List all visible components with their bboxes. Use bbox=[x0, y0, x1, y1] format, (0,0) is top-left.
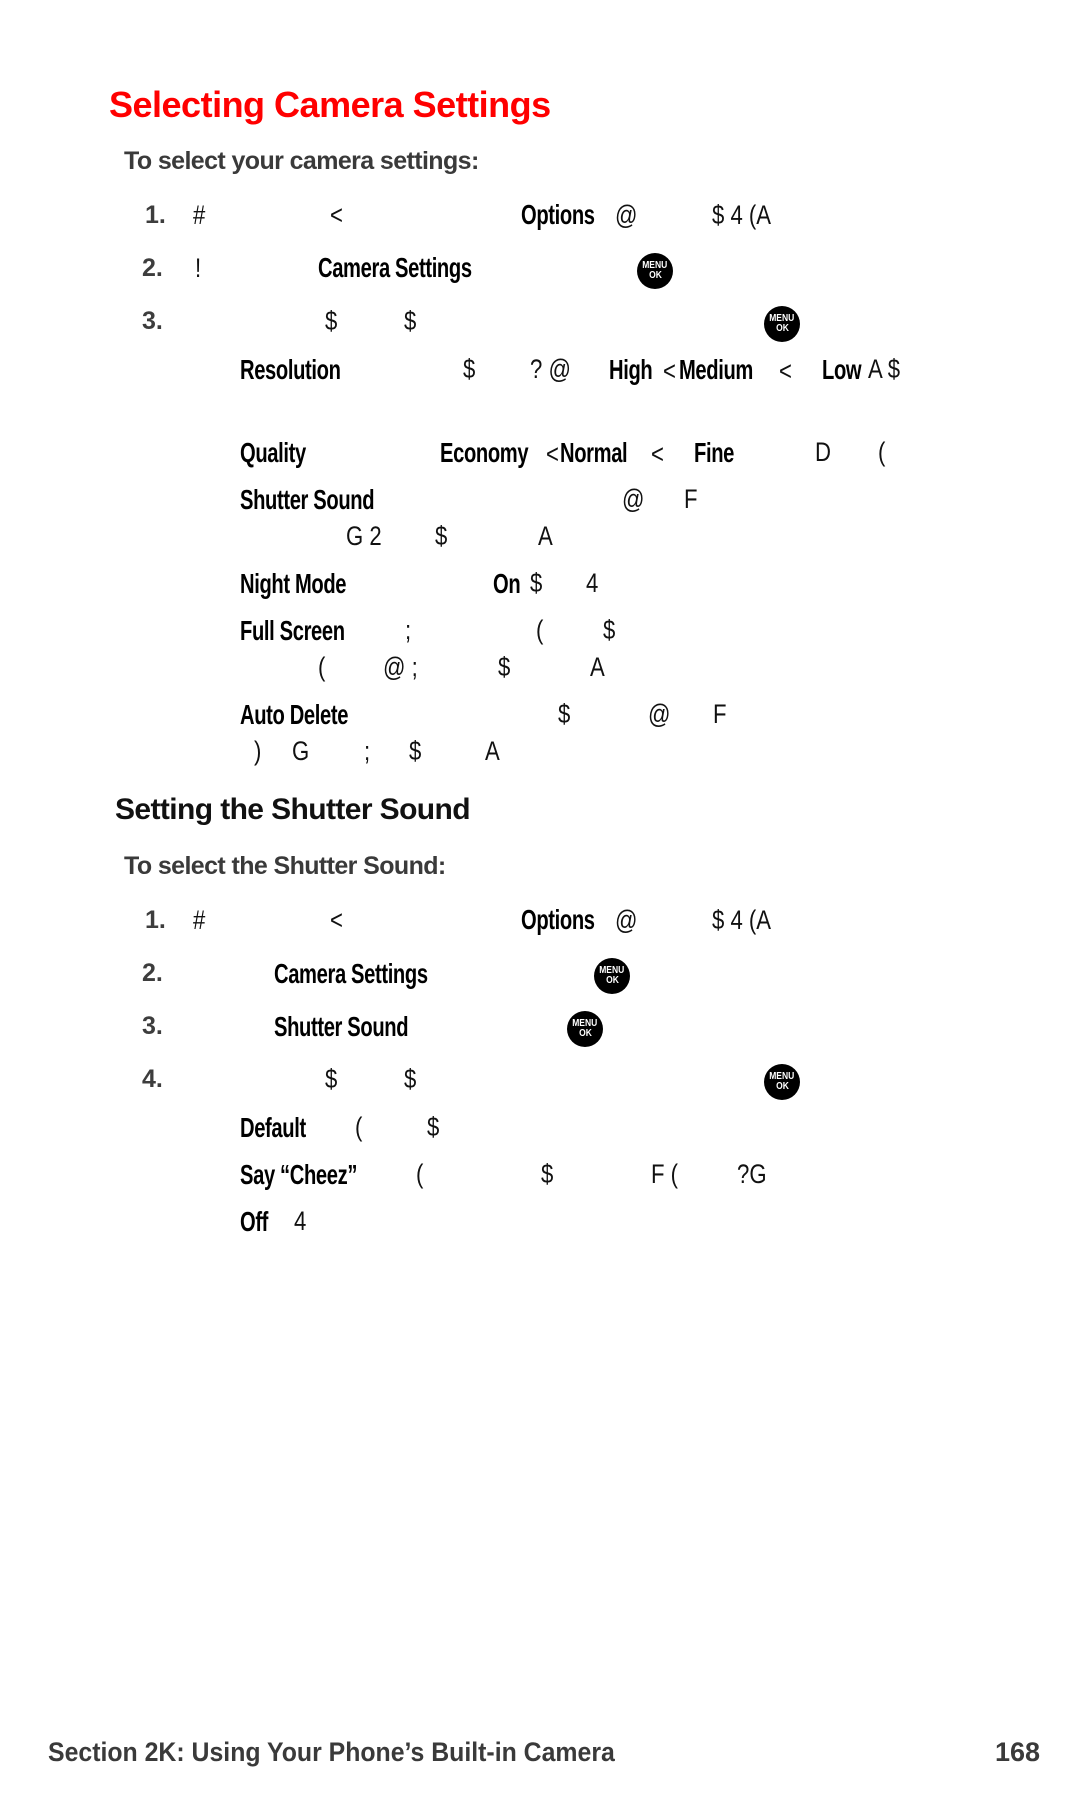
step-number: 1. bbox=[145, 201, 166, 229]
option-value-normal: Normal bbox=[560, 437, 628, 468]
menu-ok-icon: MENU OK bbox=[567, 1011, 603, 1047]
step-glyph: ! bbox=[195, 253, 202, 283]
step-glyph: $ 4 (A bbox=[712, 905, 772, 935]
option-label: Night Mode bbox=[240, 568, 347, 599]
option-glyph: A bbox=[590, 652, 605, 682]
step-keyword-options: Options bbox=[521, 199, 595, 230]
menu-ok-icon: MENU OK bbox=[764, 1064, 800, 1100]
option-glyph: $ bbox=[435, 521, 448, 551]
option-glyph: ; bbox=[364, 736, 371, 766]
option-glyph: F ( bbox=[651, 1159, 679, 1189]
section1-lead: To select your camera settings: bbox=[124, 147, 479, 175]
step-glyph: # bbox=[193, 905, 206, 935]
option-label: Off bbox=[240, 1206, 269, 1237]
option-glyph: ( bbox=[878, 437, 886, 467]
option-label: Resolution bbox=[240, 354, 341, 385]
step-number: 3. bbox=[142, 307, 163, 335]
menu-ok-label-ok: OK bbox=[775, 323, 789, 334]
option-glyph: A bbox=[485, 736, 500, 766]
option-label: Quality bbox=[240, 437, 306, 468]
option-value-low: Low bbox=[822, 354, 862, 385]
option-glyph: 4 bbox=[586, 568, 599, 598]
option-glyph: A bbox=[538, 521, 553, 551]
step-number: 2. bbox=[142, 959, 163, 987]
step-glyph: $ bbox=[325, 306, 338, 336]
option-label: Default bbox=[240, 1112, 306, 1143]
option-glyph: ?G bbox=[737, 1159, 767, 1189]
step-keyword-camera-settings: Camera Settings bbox=[318, 252, 472, 283]
step-glyph: < bbox=[330, 905, 343, 935]
option-value-high: High bbox=[609, 354, 653, 385]
option-value-fine: Fine bbox=[694, 437, 735, 468]
option-glyph: G bbox=[292, 736, 310, 766]
option-glyph: $ bbox=[427, 1112, 440, 1142]
option-glyph: $ bbox=[558, 699, 571, 729]
menu-ok-icon: MENU OK bbox=[764, 306, 800, 342]
step-glyph: < bbox=[330, 200, 343, 230]
option-glyph: A $ bbox=[868, 354, 901, 384]
option-label: Auto Delete bbox=[240, 699, 349, 730]
step-keyword-shutter-sound: Shutter Sound bbox=[274, 1011, 409, 1042]
step-glyph: $ bbox=[325, 1064, 338, 1094]
option-glyph: $ bbox=[463, 354, 476, 384]
option-glyph: ( bbox=[536, 615, 544, 645]
menu-ok-label-ok: OK bbox=[648, 270, 662, 281]
option-separator: < bbox=[651, 439, 664, 469]
option-glyph: F bbox=[713, 699, 727, 729]
option-glyph: ) bbox=[254, 736, 262, 766]
option-separator: < bbox=[546, 439, 559, 469]
option-glyph: $ bbox=[409, 736, 422, 766]
option-glyph: F bbox=[684, 484, 698, 514]
menu-ok-icon: MENU OK bbox=[637, 253, 673, 289]
step-keyword-options: Options bbox=[521, 904, 595, 935]
footer-page-number: 168 bbox=[995, 1737, 1041, 1767]
menu-ok-label-ok: OK bbox=[605, 975, 619, 986]
option-glyph: ( bbox=[355, 1112, 363, 1142]
step-glyph: @ bbox=[615, 200, 638, 230]
step-glyph: $ bbox=[404, 306, 417, 336]
option-value-economy: Economy bbox=[440, 437, 529, 468]
section2-lead: To select the Shutter Sound: bbox=[124, 852, 446, 880]
step-glyph: @ bbox=[615, 905, 638, 935]
step-glyph: $ bbox=[404, 1064, 417, 1094]
step-number: 3. bbox=[142, 1012, 163, 1040]
option-glyph: G 2 bbox=[346, 521, 382, 551]
option-glyph: $ bbox=[530, 568, 543, 598]
option-value-on: On bbox=[493, 568, 521, 599]
option-glyph: 4 bbox=[294, 1206, 307, 1236]
option-glyph: @ bbox=[648, 699, 671, 729]
footer-section-label: Section 2K: Using Your Phone’s Built-in … bbox=[48, 1737, 615, 1767]
option-separator: < bbox=[779, 356, 792, 386]
page-title: Selecting Camera Settings bbox=[109, 84, 551, 125]
option-glyph: $ bbox=[603, 615, 616, 645]
option-glyph: ( bbox=[318, 652, 326, 682]
option-glyph: ? @ bbox=[530, 354, 571, 384]
option-value-medium: Medium bbox=[679, 354, 754, 385]
option-glyph: @ bbox=[622, 484, 645, 514]
menu-ok-icon: MENU OK bbox=[594, 958, 630, 994]
option-label: Say “Cheez” bbox=[240, 1159, 358, 1190]
step-keyword-camera-settings: Camera Settings bbox=[274, 958, 428, 989]
step-number: 2. bbox=[142, 254, 163, 282]
option-glyph: $ bbox=[541, 1159, 554, 1189]
step-glyph: # bbox=[193, 200, 206, 230]
option-separator: < bbox=[663, 356, 676, 386]
menu-ok-label-ok: OK bbox=[775, 1081, 789, 1092]
option-glyph: $ bbox=[498, 652, 511, 682]
option-glyph: D bbox=[815, 437, 831, 467]
option-glyph: ; bbox=[405, 615, 412, 645]
step-number: 1. bbox=[145, 906, 166, 934]
option-label: Full Screen bbox=[240, 615, 345, 646]
step-number: 4. bbox=[142, 1065, 163, 1093]
option-glyph: ( bbox=[416, 1159, 424, 1189]
section2-heading: Setting the Shutter Sound bbox=[115, 793, 471, 826]
menu-ok-label-ok: OK bbox=[578, 1028, 592, 1039]
option-label: Shutter Sound bbox=[240, 484, 375, 515]
option-glyph: @ ; bbox=[383, 652, 418, 682]
step-glyph: $ 4 (A bbox=[712, 200, 772, 230]
